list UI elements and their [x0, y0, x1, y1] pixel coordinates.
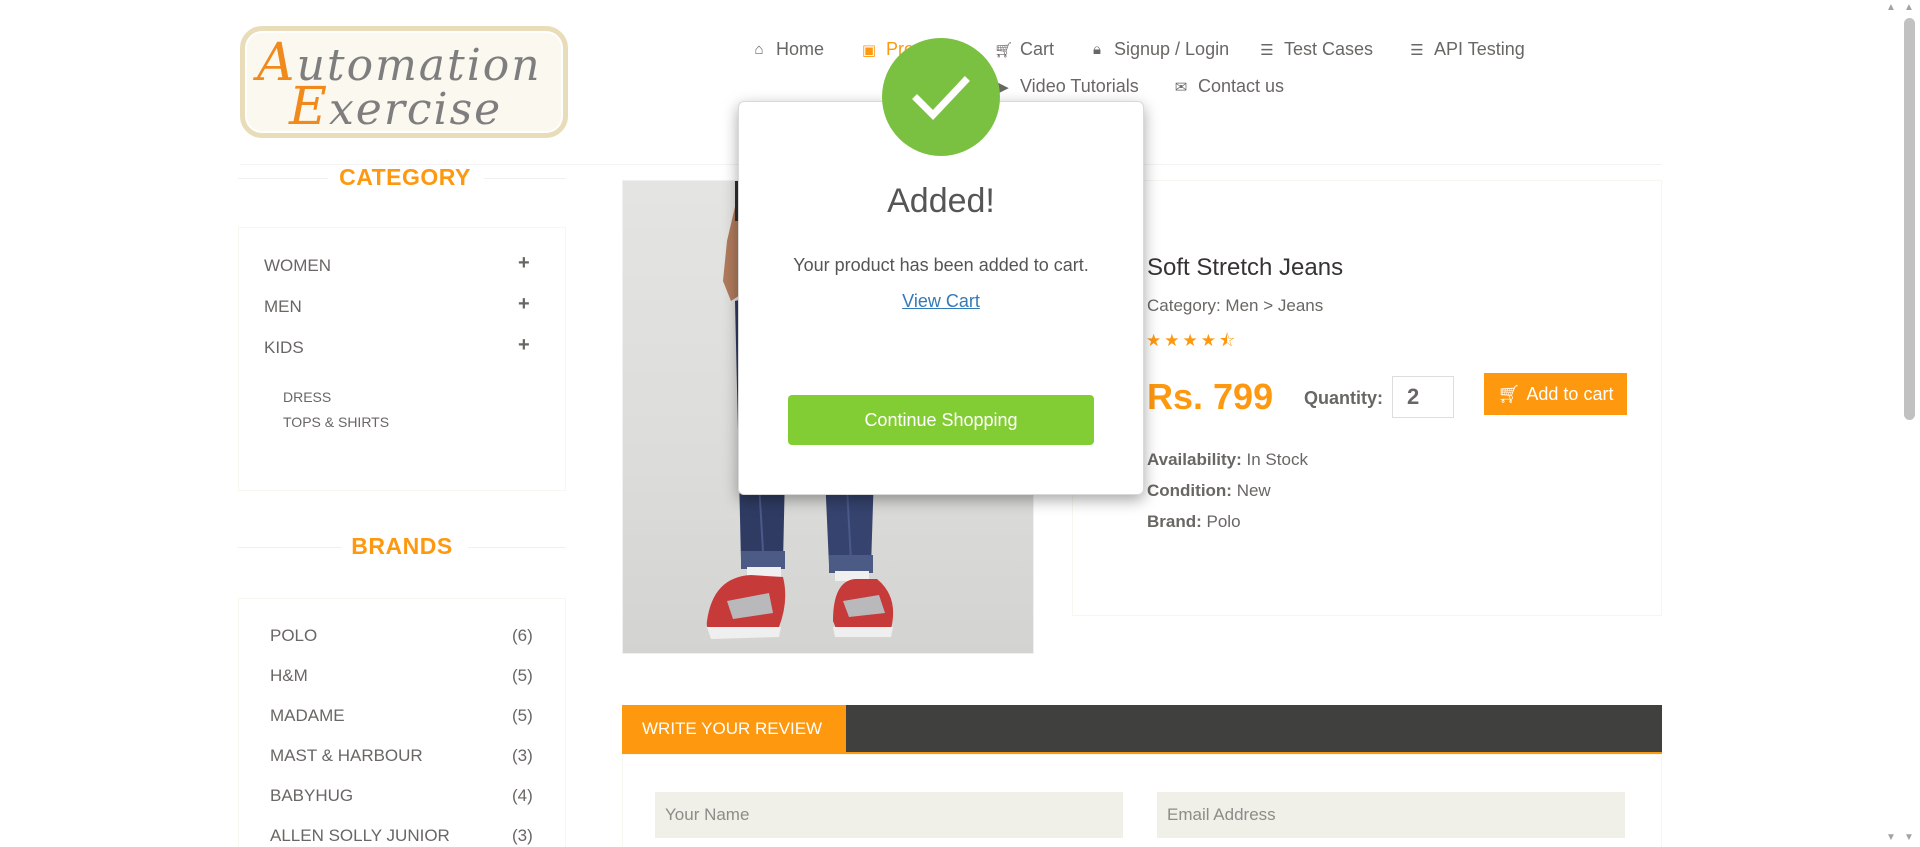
plus-icon[interactable]: + [518, 293, 530, 316]
brand-hm[interactable]: H&M [270, 666, 308, 686]
divider [484, 178, 566, 179]
success-check-icon [882, 38, 1000, 156]
subcategory-dress[interactable]: DRESS [283, 389, 331, 405]
brand-label: Brand: [1147, 512, 1202, 531]
condition-label: Condition: [1147, 481, 1232, 500]
condition-value: New [1236, 481, 1271, 500]
category-kids[interactable]: KIDS [264, 338, 304, 358]
category-men[interactable]: MEN [264, 297, 302, 317]
modal-title: Added! [887, 182, 995, 220]
star-rating-icon: ★★★★⯪ [1146, 331, 1239, 350]
continue-shopping-button[interactable]: Continue Shopping [788, 395, 1094, 445]
quantity-input[interactable]: 2 [1392, 376, 1454, 418]
brand-babyhug[interactable]: BABYHUG [270, 786, 353, 806]
divider [468, 547, 566, 548]
brand-mast-harbour[interactable]: MAST & HARBOUR [270, 746, 423, 766]
category-title: CATEGORY [339, 164, 471, 190]
review-email-input[interactable]: Email Address [1157, 792, 1625, 838]
divider [238, 547, 342, 548]
nav-contact-label: Contact us [1198, 76, 1285, 96]
cart-icon: 🛒︎ [1497, 383, 1521, 404]
category-women[interactable]: WOMEN [264, 256, 331, 276]
product-brand: Brand: Polo [1147, 512, 1241, 532]
nav-test-cases[interactable]: ☰ Test Cases [1258, 39, 1373, 60]
plus-icon[interactable]: + [518, 334, 530, 357]
review-name-input[interactable]: Your Name [655, 792, 1123, 838]
nav-login-label: Signup / Login [1114, 39, 1230, 59]
brands-title: BRANDS [351, 533, 453, 559]
availability-label: Availability: [1147, 450, 1242, 469]
scroll-down-arrow-icon[interactable]: ▼ [1904, 832, 1914, 843]
brand-polo[interactable]: POLO [270, 626, 317, 646]
nav-test-cases-label: Test Cases [1284, 39, 1374, 59]
nav-api-testing-label: API Testing [1434, 39, 1525, 59]
page: Automation Exercise ⌂Home ▣Products 🛒︎Ca… [0, 0, 1920, 847]
nav-home[interactable]: ⌂ Home [750, 39, 824, 60]
brand-value: Polo [1206, 512, 1241, 531]
subcategory-tops-shirts[interactable]: TOPS & SHIRTS [283, 414, 389, 430]
scroll-up-arrow-icon[interactable]: ▲ [1904, 2, 1914, 13]
scroll-down-arrow-icon[interactable]: ▼ [1886, 832, 1896, 843]
nav-api-testing[interactable]: ☰ API Testing [1408, 39, 1525, 60]
nav-cart[interactable]: 🛒︎ Cart [994, 39, 1054, 60]
scrollbar-thumb[interactable] [1904, 18, 1915, 420]
quantity-label: Quantity: [1304, 388, 1383, 408]
product-availability: Availability: In Stock [1147, 450, 1308, 470]
review-tab[interactable]: WRITE YOUR REVIEW [622, 705, 846, 753]
logo-cap-e: E [289, 77, 329, 137]
nav-login[interactable]: 🔒︎ Signup / Login [1088, 39, 1229, 60]
list-icon: ☰ [1260, 41, 1274, 59]
availability-value: In Stock [1246, 450, 1308, 469]
brand-count: (5) [512, 666, 533, 685]
brand-count: (4) [512, 786, 533, 805]
nav-video-tutorials[interactable]: ▶ Video Tutorials [994, 76, 1139, 97]
list-icon: ☰ [1410, 41, 1424, 59]
view-cart-link[interactable]: View Cart [738, 291, 1144, 312]
brand-count: (6) [512, 626, 533, 645]
nav-contact[interactable]: ✉ Contact us [1172, 76, 1284, 97]
nav-cart-label: Cart [1020, 39, 1055, 59]
brand-count: (3) [512, 826, 533, 845]
brand-madame[interactable]: MADAME [270, 706, 345, 726]
plus-icon[interactable]: + [518, 252, 530, 275]
nav-video-tutorials-label: Video Tutorials [1020, 76, 1139, 96]
briefcase-icon: ▣ [861, 41, 877, 59]
scroll-up-arrow-icon[interactable]: ▲ [1886, 2, 1896, 13]
product-name: Soft Stretch Jeans [1147, 254, 1344, 281]
checkmark-icon [912, 76, 970, 121]
product-condition: Condition: New [1147, 481, 1271, 501]
envelope-icon: ✉ [1174, 78, 1188, 96]
brand-count: (5) [512, 706, 533, 725]
brand-allen-solly-junior[interactable]: ALLEN SOLLY JUNIOR [270, 826, 450, 846]
add-to-cart-label: Add to cart [1526, 383, 1614, 404]
cart-icon: 🛒︎ [994, 41, 1014, 59]
home-icon: ⌂ [754, 41, 764, 58]
modal-message: Your product has been added to cart. [793, 255, 1089, 275]
product-category: Category: Men > Jeans [1147, 296, 1324, 315]
lock-icon: 🔒︎ [1093, 41, 1101, 58]
product-price: Rs. 799 [1147, 376, 1274, 417]
nav-home-label: Home [776, 39, 825, 59]
logo-text-2: xercise [328, 84, 503, 135]
add-to-cart-button[interactable]: 🛒︎ Add to cart [1484, 373, 1627, 415]
brand-count: (3) [512, 746, 533, 765]
site-logo[interactable]: Automation Exercise [240, 26, 568, 138]
divider [238, 178, 328, 179]
